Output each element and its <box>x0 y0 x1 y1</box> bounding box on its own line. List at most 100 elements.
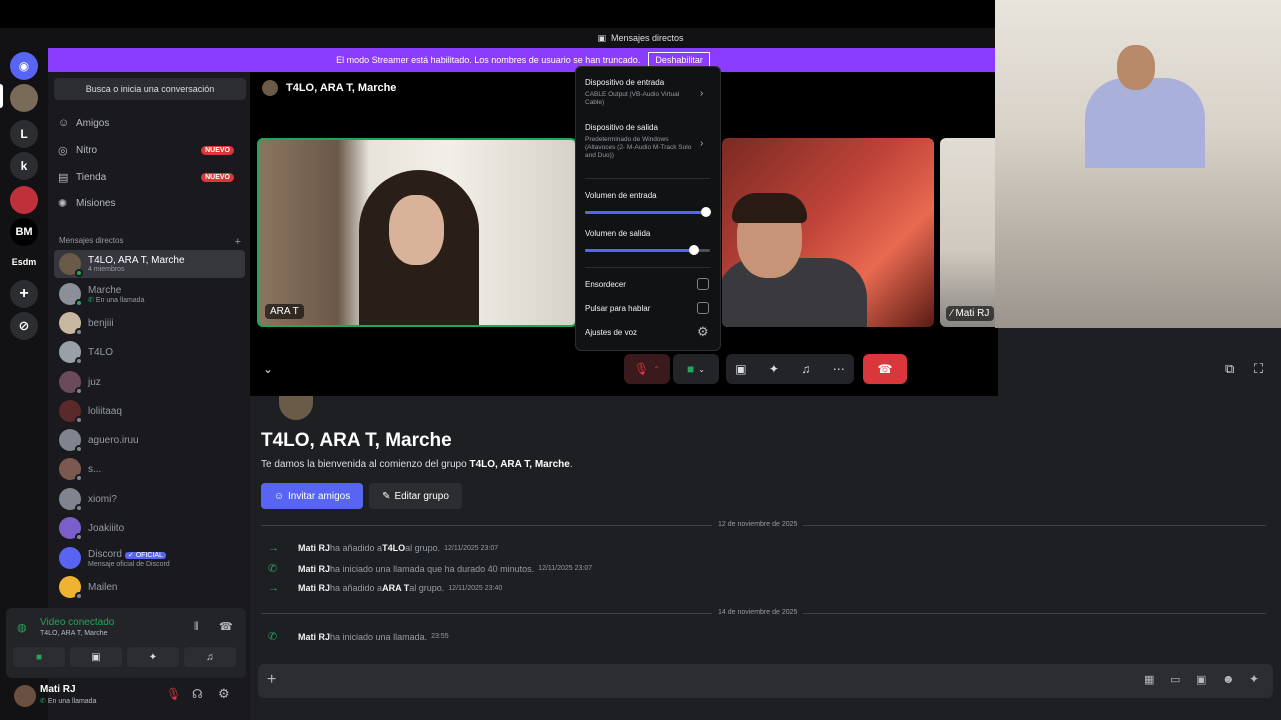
camera-button[interactable]: ■ <box>13 647 65 667</box>
message-composer[interactable] <box>258 664 1273 698</box>
webcam-face <box>1117 45 1155 90</box>
mute-button[interactable]: 🎙︎ ⌃ <box>624 354 670 384</box>
push-to-talk-label[interactable]: Pulsar para hablar <box>585 304 650 313</box>
msg-author[interactable]: Mati RJ <box>298 543 330 553</box>
emoji-icon[interactable]: ☻ <box>1222 672 1235 686</box>
msg-author[interactable]: Mati RJ <box>298 564 330 574</box>
dm-item[interactable]: T4LO, ARA T, Marche 4 miembros <box>54 250 245 278</box>
system-message: ✆ Mati RJ ha iniciado una llamada. 23:55 <box>268 630 449 643</box>
call-actions: ▣ ✦ ♫ ⋯ <box>726 354 854 384</box>
dm-name: loliitaaq <box>88 405 122 417</box>
search-input[interactable]: Busca o inicia una conversación <box>54 78 246 100</box>
headphones-icon[interactable]: ☊ <box>192 687 203 701</box>
add-dm-icon[interactable]: + <box>235 236 241 248</box>
dm-item[interactable]: benjiii <box>54 309 245 337</box>
welcome-group: T4LO, ARA T, Marche <box>469 459 570 470</box>
dm-name: T4LO <box>88 346 114 358</box>
discord-app: ▣ Mensajes directos ◉ L k BM Esdm + ⊘ Bu… <box>0 0 1281 720</box>
server-k[interactable]: k <box>10 152 38 180</box>
gif-icon[interactable]: ▭ <box>1170 673 1180 686</box>
server-bm[interactable]: BM <box>10 218 38 246</box>
settings-icon[interactable]: ⚙ <box>697 324 709 340</box>
explore-icon[interactable]: ⊘ <box>10 312 38 340</box>
msg-author[interactable]: Mati RJ <box>298 583 330 593</box>
dm-item[interactable]: xiomi? <box>54 485 245 513</box>
mic-muted-icon[interactable]: 🎙︎ <box>166 687 181 701</box>
quests-icon: ✺ <box>58 197 68 210</box>
voice-settings-label[interactable]: Ajustes de voz <box>585 328 637 337</box>
soundboard-button[interactable]: ♫ <box>184 647 236 667</box>
nav-quests[interactable]: ✺ Misiones <box>58 192 244 214</box>
voice-status: Video conectado <box>40 617 115 628</box>
arrow-right-icon: → <box>268 542 279 554</box>
avatar <box>59 576 83 600</box>
edit-group-button[interactable]: ✎ Editar grupo <box>369 483 462 509</box>
soundboard-icon[interactable]: ♫ <box>801 362 810 376</box>
disconnect-icon[interactable]: ☎ <box>219 620 233 633</box>
apps-icon[interactable]: ✦ <box>1249 672 1259 686</box>
window-title: Mensajes directos <box>610 33 684 43</box>
deafen-checkbox[interactable] <box>697 278 709 290</box>
server-l[interactable]: L <box>10 120 38 148</box>
add-attachment-icon[interactable]: + <box>267 671 276 689</box>
signal-icon: ◍ <box>17 622 27 634</box>
chevron-down-icon[interactable]: ⌄ <box>263 362 273 376</box>
server-avatar[interactable] <box>10 84 38 112</box>
input-volume-slider[interactable] <box>585 211 710 214</box>
msg-author[interactable]: Mati RJ <box>298 632 330 642</box>
msg-target[interactable]: ARA T <box>382 583 409 593</box>
dm-item[interactable]: Joakiiito <box>54 514 245 542</box>
avatar <box>59 283 83 307</box>
noise-suppression-icon[interactable]: ⫴ <box>194 621 199 634</box>
sticker-icon[interactable]: ▣ <box>1196 673 1206 686</box>
video-tile-t4lo[interactable] <box>722 138 934 327</box>
slider-fill <box>585 211 707 214</box>
discord-home-icon[interactable]: ◉ <box>10 52 38 80</box>
invite-label: Invitar amigos <box>287 490 351 502</box>
output-volume-knob[interactable] <box>688 245 699 255</box>
nav-shop[interactable]: ▤ Tienda NUEVO <box>58 166 244 188</box>
dm-item[interactable]: aguero.iruu <box>54 426 245 454</box>
output-device-label[interactable]: Dispositivo de salida <box>585 123 658 132</box>
video-tile-ara[interactable]: ARA T <box>257 138 577 327</box>
hangup-button[interactable]: ☎ <box>863 354 907 384</box>
server-esdm[interactable]: Esdm <box>10 248 38 276</box>
nav-nitro[interactable]: ◎ Nitro NUEVO <box>58 139 244 161</box>
dm-item[interactable]: loliitaaq <box>54 397 245 425</box>
dm-item[interactable]: Marche ✆ En una llamada <box>54 280 245 308</box>
screenshare-button[interactable]: ▣ <box>70 647 122 667</box>
dm-name: juz <box>88 376 101 388</box>
invite-friends-button[interactable]: ☺ Invitar amigos <box>261 483 363 509</box>
camera-toggle-button[interactable]: ■ ⌄ <box>673 354 719 384</box>
input-device-label[interactable]: Dispositivo de entrada <box>585 78 664 87</box>
push-to-talk-checkbox[interactable] <box>697 302 709 314</box>
more-icon[interactable]: ⋯ <box>833 362 845 376</box>
system-message: → Mati RJ ha añadido a ARA T al grupo. 12… <box>268 582 502 594</box>
popout-icon[interactable]: ⧉ <box>1225 361 1234 377</box>
activities-button[interactable]: ✦ <box>127 647 179 667</box>
chevron-up-icon: ⌃ <box>653 364 660 374</box>
dm-item[interactable]: T4LO <box>54 338 245 366</box>
add-server-icon[interactable]: + <box>10 280 38 308</box>
dm-item[interactable]: Mailen <box>54 573 245 601</box>
dm-item[interactable]: s... <box>54 455 245 483</box>
dm-sub: Mensaje oficial de Discord <box>88 560 170 568</box>
dm-sub: 4 miembros <box>88 266 125 273</box>
participant-label: ⁄ Mati RJ <box>946 306 995 321</box>
activities-icon[interactable]: ✦ <box>769 362 779 376</box>
server-red[interactable] <box>10 186 38 214</box>
msg-target[interactable]: T4LO <box>382 543 405 553</box>
phone-icon: ✆ <box>40 698 46 705</box>
participant-face <box>389 195 444 265</box>
nav-friends[interactable]: ☺ Amigos <box>58 112 244 134</box>
avatar <box>59 429 83 453</box>
screenshare-icon[interactable]: ▣ <box>735 362 746 376</box>
deafen-label[interactable]: Ensordecer <box>585 280 626 289</box>
dm-name: benjiii <box>88 317 114 329</box>
fullscreen-icon[interactable]: ⛶ <box>1254 361 1263 377</box>
dm-item[interactable]: juz <box>54 368 245 396</box>
dm-item[interactable]: Discord ✓ OFICIAL Mensaje oficial de Disco… <box>54 544 245 572</box>
gift-icon[interactable]: ▦ <box>1144 673 1154 686</box>
user-avatar[interactable] <box>14 685 36 707</box>
settings-icon[interactable]: ⚙ <box>218 686 230 702</box>
